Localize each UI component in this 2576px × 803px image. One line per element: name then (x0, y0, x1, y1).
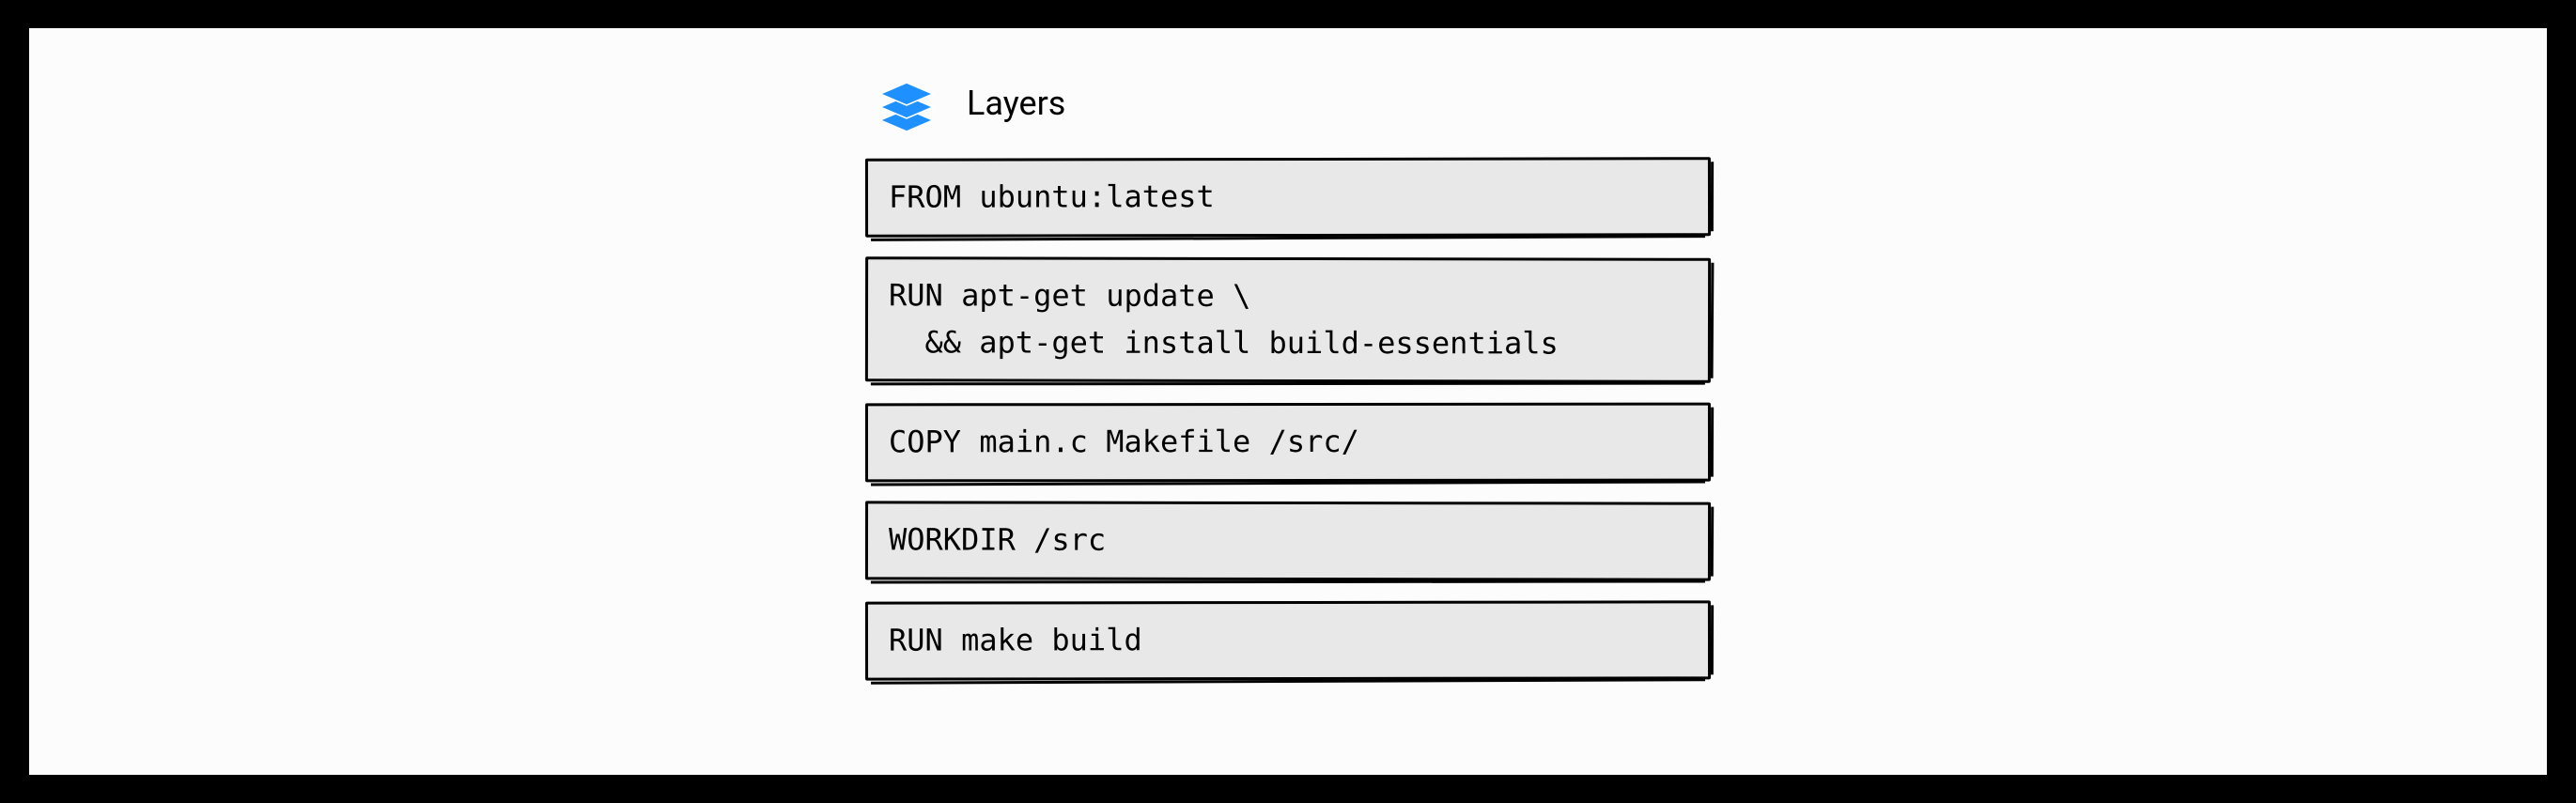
layer-0: FROM ubuntu:latest (865, 157, 1711, 237)
layer-3: WORKDIR /src (865, 502, 1711, 581)
layer-1: RUN apt-get update \ && apt-get install … (865, 256, 1711, 383)
diagram-header: Layers (873, 75, 1711, 131)
diagram-frame: Layers FROM ubuntu:latest RUN apt-get up… (29, 28, 2547, 775)
layers-icon (873, 75, 940, 131)
diagram-content: Layers FROM ubuntu:latest RUN apt-get up… (865, 66, 1711, 701)
layer-4: RUN make build (865, 600, 1711, 680)
diagram-title: Layers (967, 84, 1065, 123)
layer-2: COPY main.c Makefile /src/ (865, 402, 1711, 481)
